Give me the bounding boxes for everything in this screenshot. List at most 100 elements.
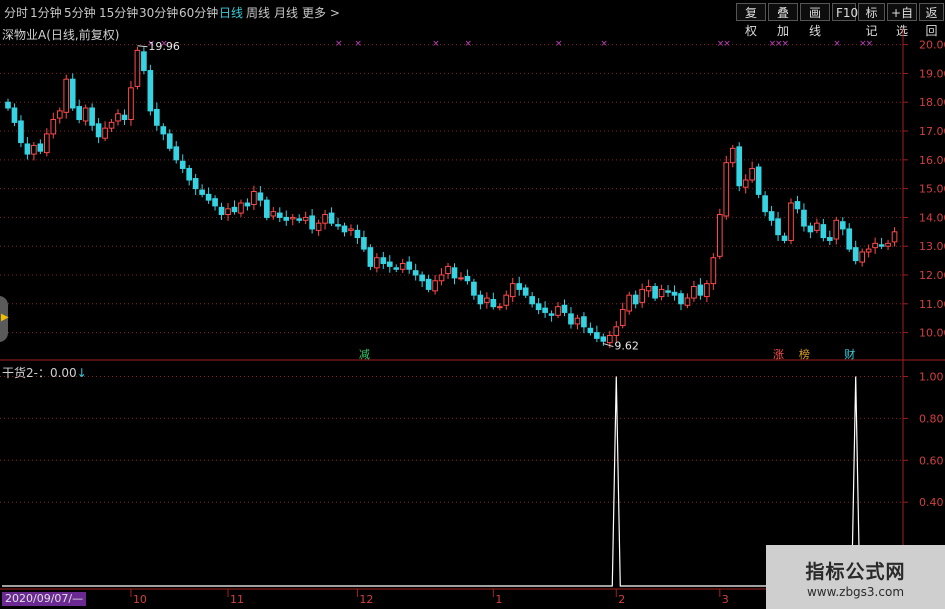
- candle-body: [568, 313, 574, 325]
- side-panel-handle[interactable]: ▶: [0, 296, 9, 342]
- candle-body: [393, 267, 400, 270]
- indicator-y-tick-label: 0.60: [919, 454, 944, 467]
- candle-body: [134, 49, 141, 87]
- candle-body: [354, 229, 361, 239]
- y-tick-label: 18.00: [919, 96, 945, 109]
- y-tick-label: 10.00: [919, 327, 945, 340]
- x-marker: ×: [833, 39, 841, 49]
- x-marker: ×: [866, 39, 874, 49]
- x-tick-label: 10: [133, 593, 147, 606]
- candle-body: [742, 179, 749, 188]
- x-tick-label: 12: [359, 593, 373, 606]
- candle-body: [509, 283, 516, 298]
- y-tick-label: 11.00: [919, 298, 945, 311]
- candle-body: [5, 101, 11, 109]
- x-tick-label: 3: [722, 593, 729, 606]
- candle-body: [335, 224, 341, 227]
- y-tick-label: 17.00: [919, 125, 945, 138]
- y-tick-label: 15.00: [919, 183, 945, 196]
- candle-body: [749, 167, 755, 181]
- candle-body: [859, 251, 866, 263]
- candle-body: [225, 208, 231, 216]
- candle-body: [878, 244, 885, 247]
- candle-body: [231, 206, 238, 213]
- candle-body: [309, 215, 315, 230]
- candle-body: [762, 195, 768, 213]
- kline-chart[interactable]: 20.00 19.00 18.00 17.00 16.00 15.00 14.00 13.00…: [0, 0, 945, 609]
- candle-body: [826, 237, 833, 241]
- candle-body: [600, 336, 607, 342]
- x-marker: ×: [354, 39, 362, 49]
- candle-body: [374, 257, 380, 269]
- candle-body: [128, 87, 134, 121]
- watermark-title: 指标公式网: [805, 561, 906, 583]
- candle-body: [205, 193, 212, 201]
- candle-body: [251, 191, 257, 205]
- candle-body: [451, 267, 458, 279]
- candle-body: [490, 298, 497, 308]
- candle-body: [704, 283, 710, 298]
- candle-body: [186, 167, 193, 181]
- y-tick-label: 13.00: [919, 240, 945, 253]
- candle-body: [108, 121, 115, 129]
- watermark-url: www.zbgs3.com: [806, 585, 905, 599]
- candle-body: [289, 216, 296, 220]
- candle-body: [399, 262, 406, 270]
- candle-body: [639, 288, 645, 303]
- candle-body: [24, 143, 31, 155]
- candle-body: [43, 133, 50, 154]
- x-tick-label: 11: [230, 593, 244, 606]
- candle-body: [587, 327, 594, 334]
- candle-body: [432, 280, 438, 292]
- candle-body: [716, 214, 723, 257]
- candle-body: [535, 303, 542, 311]
- candle-body: [581, 316, 587, 328]
- candle-body: [257, 192, 264, 201]
- candle-body: [160, 126, 167, 135]
- x-marker: ×: [464, 39, 472, 49]
- candle-body: [658, 288, 665, 298]
- candle-body: [697, 284, 704, 296]
- candle-body: [367, 247, 374, 267]
- indicator-title: 干货2-：0.00↓: [2, 364, 87, 381]
- price-annotation: 9.62: [614, 340, 639, 353]
- candle-body: [665, 290, 671, 293]
- x-marker: ×: [432, 39, 440, 49]
- candle-body: [115, 113, 121, 122]
- annotation-leader: [603, 343, 614, 348]
- candle-body: [192, 178, 199, 190]
- candle-body: [296, 218, 303, 221]
- candle-body: [729, 147, 736, 164]
- candle-body: [141, 51, 147, 72]
- candle-body: [406, 261, 413, 270]
- candle-body: [846, 228, 853, 250]
- candle-body: [542, 307, 548, 313]
- candle-body: [839, 221, 846, 230]
- candle-body: [419, 274, 425, 282]
- candle-body: [691, 286, 697, 299]
- candle-body: [626, 294, 633, 312]
- candle-body: [380, 257, 387, 264]
- candle-body: [671, 291, 678, 296]
- indicator-y-tick-label: 0.80: [919, 412, 944, 425]
- candle-body: [555, 306, 561, 316]
- candle-body: [63, 78, 70, 113]
- candle-body: [82, 107, 89, 122]
- candle-body: [270, 211, 277, 217]
- triangle-right-icon: ▶: [1, 312, 9, 323]
- signal-marker: 榜: [799, 347, 810, 361]
- candle-body: [516, 283, 523, 290]
- candle-body: [645, 286, 652, 292]
- y-tick-label: 12.00: [919, 269, 945, 282]
- candle-body: [302, 216, 309, 221]
- candle-body: [736, 146, 743, 187]
- candle-body: [775, 218, 781, 236]
- candle-body: [865, 248, 872, 253]
- indicator-y-tick-label: 1.00: [919, 370, 944, 383]
- candle-body: [496, 306, 503, 309]
- candle-body: [484, 297, 490, 303]
- signal-marker: 涨: [773, 348, 784, 361]
- candle-body: [154, 108, 160, 126]
- x-marker: ×: [555, 39, 563, 49]
- x-marker: ×: [782, 39, 790, 49]
